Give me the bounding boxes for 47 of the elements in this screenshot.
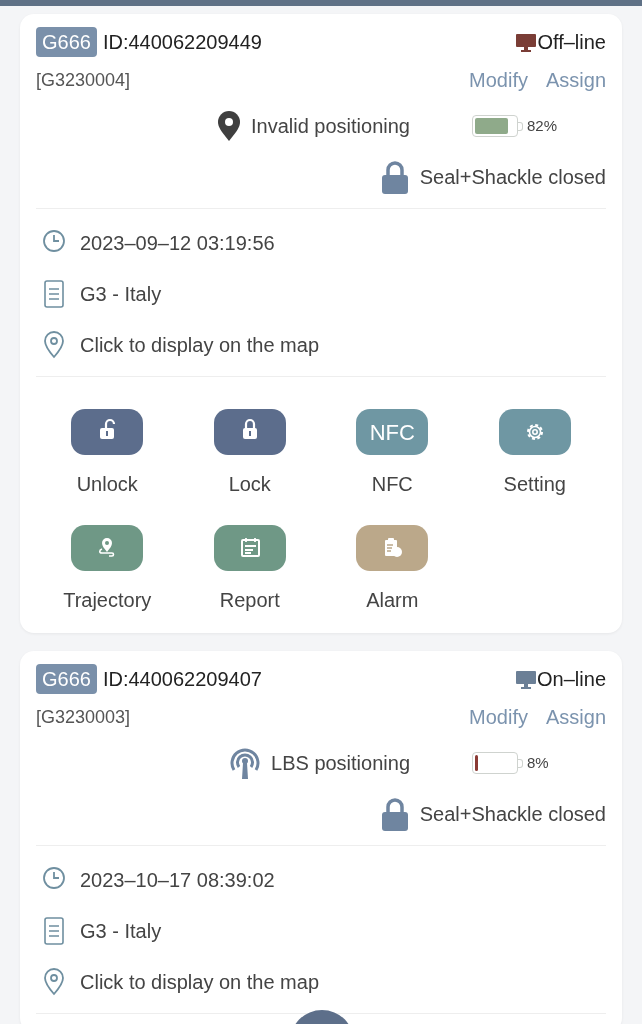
button-label: Trajectory <box>63 588 152 613</box>
action-button[interactable] <box>71 409 144 455</box>
seal-status: Seal+Shackle closed <box>419 802 606 827</box>
device-id: ID:440062209449 <box>102 30 262 55</box>
action-button[interactable] <box>213 525 286 571</box>
battery-icon <box>472 752 523 774</box>
nfc-label: NFC <box>369 418 415 447</box>
action-button[interactable] <box>71 525 144 571</box>
button-label: Alarm <box>366 588 419 613</box>
document-icon <box>42 916 66 945</box>
battery-icon <box>472 115 523 137</box>
battery-reading: 82% <box>527 115 558 136</box>
model-badge: G666 <box>36 27 97 57</box>
action-link[interactable]: Modify <box>469 65 528 95</box>
button-label: Lock <box>228 472 271 497</box>
device-id: ID:440062209407 <box>102 667 262 692</box>
battery-reading: 8% <box>527 752 549 773</box>
status-label: Off–line <box>537 30 606 55</box>
button-label: Setting <box>503 472 566 497</box>
action-link[interactable]: Assign <box>545 65 606 95</box>
action-button[interactable] <box>356 525 429 571</box>
timestamp: 2023–09–12 03:19:56 <box>80 230 275 256</box>
location-pin-icon <box>42 967 66 996</box>
button-label: Report <box>219 588 280 613</box>
padlock-icon <box>379 160 410 194</box>
status-label: On–line <box>537 667 606 692</box>
location-pin-icon <box>42 330 66 359</box>
seal-status: Seal+Shackle closed <box>419 165 606 190</box>
padlock-icon <box>379 797 410 831</box>
action-button[interactable] <box>213 409 286 455</box>
document-icon <box>42 279 66 308</box>
map-link[interactable]: Click to display on the map <box>80 966 319 997</box>
group-name: G3 - Italy <box>80 918 162 944</box>
device-code: [G3230004] <box>36 68 131 92</box>
action-link[interactable]: Assign <box>545 702 606 732</box>
button-label: Unlock <box>76 472 138 497</box>
button-label: NFC <box>371 472 413 497</box>
positioning-label: LBS positioning <box>271 751 410 776</box>
model-badge: G666 <box>36 664 97 694</box>
map-link[interactable]: Click to display on the map <box>80 329 319 360</box>
positioning-label: Invalid positioning <box>251 114 410 139</box>
group-name: G3 - Italy <box>80 281 162 307</box>
timestamp: 2023–10–17 08:39:02 <box>80 867 275 893</box>
device-code: [G3230003] <box>36 705 131 729</box>
nfc-button[interactable]: NFC <box>356 409 429 455</box>
action-button[interactable] <box>498 409 571 455</box>
action-link[interactable]: Modify <box>469 702 528 732</box>
